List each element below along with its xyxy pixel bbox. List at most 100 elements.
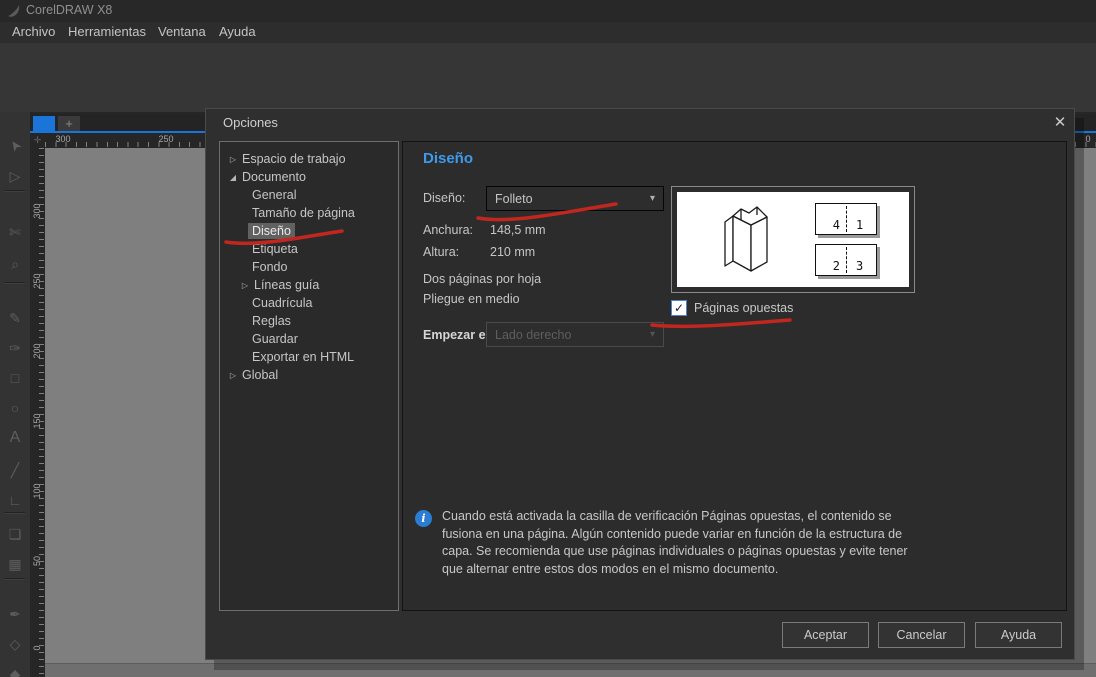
- outline-tool-icon[interactable]: ◇: [0, 632, 30, 656]
- ayuda-button[interactable]: Ayuda: [975, 622, 1062, 648]
- layout-preview: 4 1 2 3: [677, 192, 909, 287]
- tree-item-tamano-de-pagina[interactable]: Tamaño de página: [220, 204, 398, 222]
- crop-tool-icon[interactable]: ✄: [0, 220, 30, 244]
- anchura-value: 148,5 mm: [490, 223, 546, 237]
- fold-dashed-line: [846, 247, 847, 273]
- coreldraw-window: CorelDRAW X8 Archivo Herramientas Ventan…: [0, 0, 1096, 677]
- altura-label: Altura:: [423, 245, 459, 259]
- info-text: Cuando está activada la casilla de verif…: [442, 508, 910, 578]
- add-page-tab[interactable]: +: [58, 116, 80, 131]
- toolbox: ➤ ▷ ✄ ⌕ ✎ ✑ □ ○ A ╱ ∟ ❏ ▦ ✒ ◇ ◆: [0, 112, 30, 677]
- fill-tool-icon[interactable]: ◆: [0, 662, 30, 677]
- paginas-opuestas-row: ✓ Páginas opuestas: [671, 300, 793, 316]
- menu-ayuda[interactable]: Ayuda: [219, 24, 256, 39]
- tree-item-etiqueta[interactable]: Etiqueta: [220, 240, 398, 258]
- h-ruler-number: 0: [1075, 134, 1096, 144]
- zoom-tool-icon[interactable]: ⌕: [0, 252, 30, 276]
- panel-heading: Diseño: [423, 150, 473, 167]
- horizontal-scrollbar[interactable]: [45, 663, 1096, 677]
- empezar-en-value: Lado derecho: [495, 328, 571, 342]
- tree-item-diseno[interactable]: Diseño: [220, 222, 398, 240]
- selected-tree-item: Diseño: [248, 223, 295, 239]
- toolbox-separator: [4, 578, 25, 579]
- measure-tool-icon[interactable]: ╱: [0, 458, 30, 482]
- page-number: 1: [856, 218, 863, 232]
- tree-item-reglas[interactable]: Reglas: [220, 312, 398, 330]
- bezier-tool-icon[interactable]: ✑: [0, 336, 30, 360]
- tree-collapsed-icon[interactable]: ▷: [228, 155, 238, 164]
- aceptar-button[interactable]: Aceptar: [782, 622, 869, 648]
- corel-logo-icon: [6, 3, 22, 19]
- info-icon: i: [415, 510, 432, 527]
- diseno-value: Folleto: [495, 192, 533, 206]
- page-number: 3: [856, 259, 863, 273]
- close-icon[interactable]: ✕: [1049, 112, 1071, 132]
- paginas-opuestas-checkbox[interactable]: ✓: [671, 300, 687, 316]
- tree-item-global[interactable]: ▷ Global: [220, 366, 398, 384]
- rectangle-tool-icon[interactable]: □: [0, 366, 30, 390]
- eyedropper-tool-icon[interactable]: ✒: [0, 602, 30, 626]
- ellipse-tool-icon[interactable]: ○: [0, 396, 30, 420]
- v-ruler-number: 300: [32, 198, 42, 224]
- page-pair-top: 4 1: [815, 203, 877, 235]
- fold-dashed-line: [846, 206, 847, 232]
- vertical-ruler[interactable]: 300 250 200 150 100 50 0: [30, 148, 45, 677]
- mesh-fill-tool-icon[interactable]: ▦: [0, 552, 30, 576]
- tree-expanded-icon[interactable]: ◢: [228, 173, 238, 182]
- standard-toolbar: ▾ ↶ ▾ ↷ ▾ ↘ 1: [0, 43, 1096, 78]
- chevron-down-icon[interactable]: ▾: [650, 193, 655, 204]
- freehand-tool-icon[interactable]: ✎: [0, 306, 30, 330]
- paginas-opuestas-label[interactable]: Páginas opuestas: [694, 301, 793, 315]
- menu-bar: Archivo Herramientas Ventana Ayuda: [0, 22, 1096, 44]
- options-dialog: Opciones ✕ ▷ Espacio de trabajo ◢ Docume…: [205, 108, 1075, 660]
- h-ruler-number: 300: [50, 134, 76, 144]
- toolbox-separator: [4, 282, 25, 283]
- tree-item-espacio-de-trabajo[interactable]: ▷ Espacio de trabajo: [220, 150, 398, 168]
- diseno-label: Diseño:: [423, 191, 465, 205]
- connector-tool-icon[interactable]: ∟: [0, 488, 30, 512]
- cancelar-button[interactable]: Cancelar: [878, 622, 965, 648]
- toolbox-separator: [4, 190, 25, 191]
- tree-item-general[interactable]: General: [220, 186, 398, 204]
- dialog-title: Opciones: [223, 115, 278, 130]
- layout-preview-frame: 4 1 2 3: [671, 186, 915, 293]
- tree-item-guardar[interactable]: Guardar: [220, 330, 398, 348]
- v-ruler-number: 250: [32, 268, 42, 294]
- altura-value: 210 mm: [490, 245, 535, 259]
- v-ruler-number: 200: [32, 338, 42, 364]
- toolbox-separator: [4, 512, 25, 513]
- empezar-en-dropdown: Lado derecho ▾: [486, 322, 664, 347]
- menu-archivo[interactable]: Archivo: [12, 24, 55, 39]
- options-tree: ▷ Espacio de trabajo ◢ Documento General…: [219, 141, 399, 611]
- menu-herramientas[interactable]: Herramientas: [68, 24, 146, 39]
- page-number: 4: [833, 218, 840, 232]
- ruler-origin-icon[interactable]: ✛: [30, 133, 45, 148]
- page-number: 2: [833, 259, 840, 273]
- anchura-label: Anchura:: [423, 223, 473, 237]
- tree-item-lineas-guia[interactable]: ▷ Líneas guía: [220, 276, 398, 294]
- tree-item-exportar-en-html[interactable]: Exportar en HTML: [220, 348, 398, 366]
- h-ruler-number: 250: [153, 134, 179, 144]
- shape-tool-icon[interactable]: ▷: [0, 164, 30, 188]
- pliegue-text: Pliegue en medio: [423, 292, 520, 306]
- pick-tool-icon[interactable]: ➤: [0, 127, 33, 165]
- v-ruler-number: 0: [32, 635, 42, 661]
- menu-ventana[interactable]: Ventana: [158, 24, 206, 39]
- title-bar: CorelDRAW X8: [0, 0, 1096, 22]
- active-page-tab[interactable]: [33, 116, 55, 131]
- tree-collapsed-icon[interactable]: ▷: [228, 371, 238, 380]
- v-ruler-number: 50: [32, 548, 42, 574]
- diseno-dropdown[interactable]: Folleto ▾: [486, 186, 664, 211]
- tree-item-documento[interactable]: ◢ Documento: [220, 168, 398, 186]
- text-tool-icon[interactable]: A: [0, 426, 30, 450]
- v-ruler-number: 150: [32, 408, 42, 434]
- extrude-tool-icon[interactable]: ❏: [0, 522, 30, 546]
- tree-item-cuadricula[interactable]: Cuadrícula: [220, 294, 398, 312]
- chevron-down-icon: ▾: [650, 329, 655, 340]
- tree-collapsed-icon[interactable]: ▷: [240, 281, 250, 290]
- page-pair-bottom: 2 3: [815, 244, 877, 276]
- v-ruler-number: 100: [32, 478, 42, 504]
- tree-item-fondo[interactable]: Fondo: [220, 258, 398, 276]
- dos-paginas-text: Dos páginas por hoja: [423, 272, 541, 286]
- diseno-panel: Diseño Diseño: Folleto ▾ Anchura: 148,5 …: [402, 141, 1067, 611]
